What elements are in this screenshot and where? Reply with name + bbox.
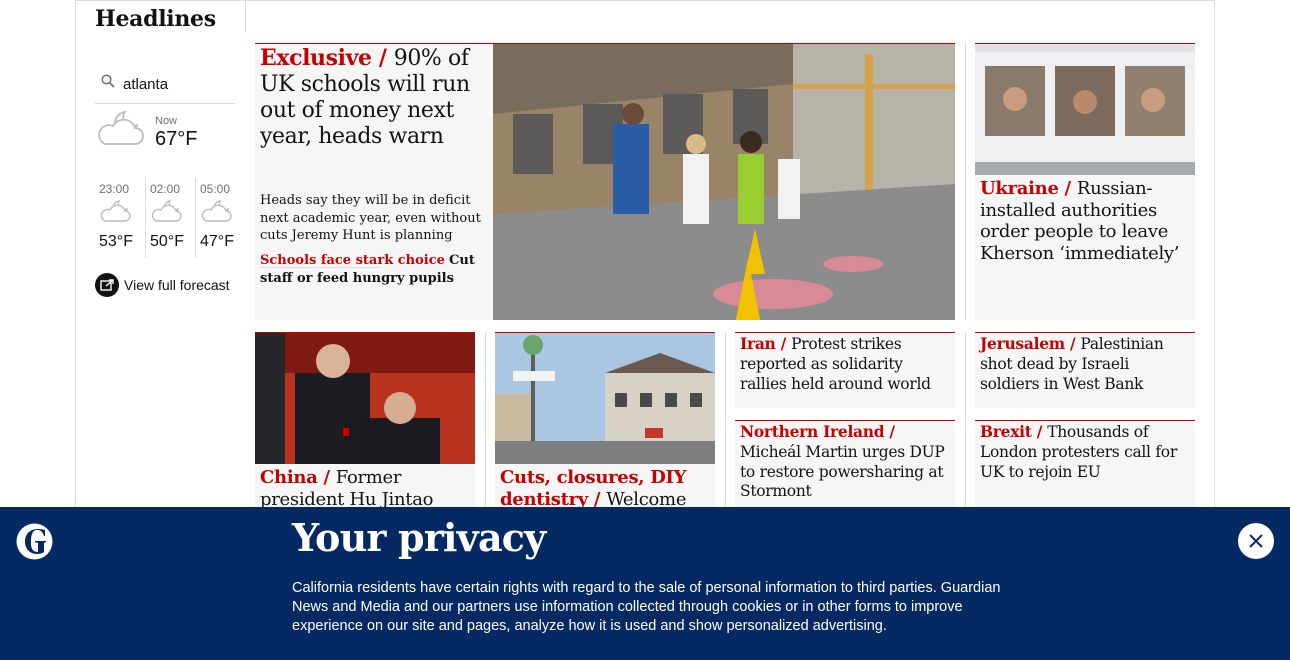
brexit-kicker: Brexit: [980, 422, 1032, 441]
bus-window-photo: [975, 44, 1195, 175]
column-divider: [485, 332, 486, 512]
brexit-headline: Brexit / Thousands of London protesters …: [980, 422, 1192, 482]
column-divider: [965, 43, 966, 320]
privacy-title: Your privacy: [292, 515, 546, 560]
privacy-body: California residents have certain rights…: [292, 580, 1001, 635]
close-icon: [1249, 534, 1263, 548]
weather-hour-temp: 47°F: [200, 233, 234, 250]
weather-hour-time: 05:00: [200, 182, 231, 196]
column-divider: [965, 332, 966, 512]
congress-photo: [255, 333, 475, 464]
jerusalem-card[interactable]: Jerusalem / Palestinian shot dead by Isr…: [975, 332, 1195, 408]
weather-hour: 02:00 50°F: [145, 178, 195, 258]
featured-headline[interactable]: Exclusive / 90% of UK schools will run o…: [260, 45, 488, 150]
ukraine-kicker: Ukraine: [980, 178, 1059, 199]
weather-hour-temp: 53°F: [99, 233, 133, 250]
iran-kicker: Iran: [740, 334, 776, 353]
external-link-icon: [95, 273, 119, 297]
featured-text: Exclusive / 90% of UK schools will run o…: [255, 44, 493, 320]
kicker-separator: /: [1058, 178, 1077, 199]
guardian-logo-icon: [16, 523, 53, 560]
sublink-kicker: Schools face stark choice: [260, 253, 445, 269]
kicker-separator: /: [1031, 422, 1048, 441]
weather-hour-time: 23:00: [99, 182, 130, 196]
featured-sublink[interactable]: Schools face stark choice Cut staff or f…: [260, 252, 490, 287]
china-headline: China / Former president Hu Jintao: [260, 467, 472, 511]
partly-cloudy-night-icon: [100, 200, 131, 222]
kicker-separator: /: [1064, 334, 1081, 353]
privacy-banner: Your privacy California residents have c…: [0, 507, 1290, 660]
weather-now-temp: 67°F: [155, 128, 198, 150]
kicker-separator: /: [775, 334, 792, 353]
weather-now: Now 67°F: [95, 106, 235, 170]
top-rule: [75, 0, 1215, 1]
search-icon: [101, 74, 115, 88]
china-card[interactable]: China / Former president Hu Jintao: [255, 332, 475, 512]
weather-hourly: 23:00 53°F 02:00 50°F 05:00 47°F: [95, 178, 240, 258]
iran-card[interactable]: Iran / Protest strikes reported as solid…: [735, 332, 955, 408]
cuts-headline: Cuts, closures, DIY dentistry / Welcome: [500, 467, 712, 511]
ni-kicker: Northern Ireland: [740, 422, 885, 441]
jerusalem-headline: Jerusalem / Palestinian shot dead by Isr…: [980, 334, 1192, 394]
view-forecast-label: View full forecast: [124, 277, 230, 293]
section-title: Headlines: [95, 6, 216, 32]
ukraine-headline: Ukraine / Russian-installed authorities …: [980, 178, 1192, 264]
partly-cloudy-night-icon: [151, 200, 182, 222]
ni-headline-text: Micheál Martin urges DUP to restore powe…: [740, 442, 945, 501]
weather-location: atlanta: [123, 76, 169, 93]
kicker-separator: /: [884, 422, 895, 441]
weather-now-label: Now: [155, 115, 178, 127]
weather-hour-temp: 50°F: [150, 233, 184, 250]
featured-kicker: Exclusive: [260, 45, 372, 71]
weather-hour: 23:00 53°F: [95, 178, 145, 258]
jerusalem-kicker: Jerusalem: [980, 334, 1065, 353]
cuts-card[interactable]: Cuts, closures, DIY dentistry / Welcome: [495, 332, 715, 512]
featured-standfirst: Heads say they will be in deficit next a…: [260, 192, 481, 244]
close-button[interactable]: [1238, 523, 1274, 559]
featured-card[interactable]: Exclusive / 90% of UK schools will run o…: [255, 43, 955, 320]
title-divider: [245, 0, 246, 32]
partly-cloudy-night-icon: [98, 110, 144, 145]
column-divider: [725, 332, 726, 512]
weather-location-input[interactable]: atlanta: [95, 72, 235, 104]
weather-hour-time: 02:00: [150, 182, 181, 196]
high-street-photo: [495, 333, 715, 464]
view-forecast-link[interactable]: View full forecast: [95, 272, 230, 298]
ukraine-card[interactable]: Ukraine / Russian-installed authorities …: [975, 43, 1195, 320]
schoolyard-photo: [493, 44, 955, 320]
brexit-card[interactable]: Brexit / Thousands of London protesters …: [975, 420, 1195, 512]
china-kicker: China: [260, 467, 318, 488]
partly-cloudy-night-icon: [201, 200, 232, 222]
northern-ireland-card[interactable]: Northern Ireland / Micheál Martin urges …: [735, 420, 955, 512]
ni-headline: Northern Ireland / Micheál Martin urges …: [740, 422, 952, 502]
kicker-separator: /: [317, 467, 336, 488]
weather-hour: 05:00 47°F: [195, 178, 245, 258]
kicker-separator: /: [371, 45, 394, 71]
iran-headline: Iran / Protest strikes reported as solid…: [740, 334, 952, 394]
